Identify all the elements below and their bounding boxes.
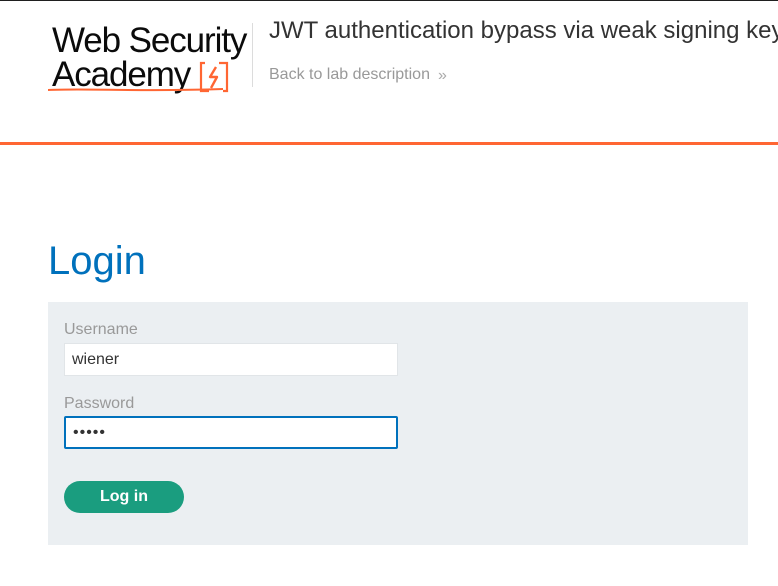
web-security-academy-logo[interactable]: Web Security Academy: [48, 17, 253, 97]
header-accent-rule: [0, 142, 778, 145]
lab-title: JWT authentication bypass via weak signi…: [269, 17, 778, 44]
back-to-lab-description-link[interactable]: Back to lab description »: [269, 65, 447, 86]
page-title: Login: [48, 239, 146, 283]
password-label: Password: [64, 395, 135, 412]
brand-name-line1: Web Security: [52, 21, 247, 60]
double-chevron-right-icon: »: [437, 67, 447, 84]
site-header: Web Security Academy JWT authentication …: [0, 0, 778, 142]
header-divider: [252, 23, 253, 87]
brand-underline: [48, 88, 223, 92]
username-label: Username: [64, 321, 138, 338]
login-form: Username Password Log in: [48, 302, 748, 545]
back-link-label: Back to lab description: [269, 66, 430, 83]
login-button[interactable]: Log in: [64, 481, 184, 513]
password-input[interactable]: [64, 416, 398, 449]
username-input[interactable]: [64, 343, 398, 376]
